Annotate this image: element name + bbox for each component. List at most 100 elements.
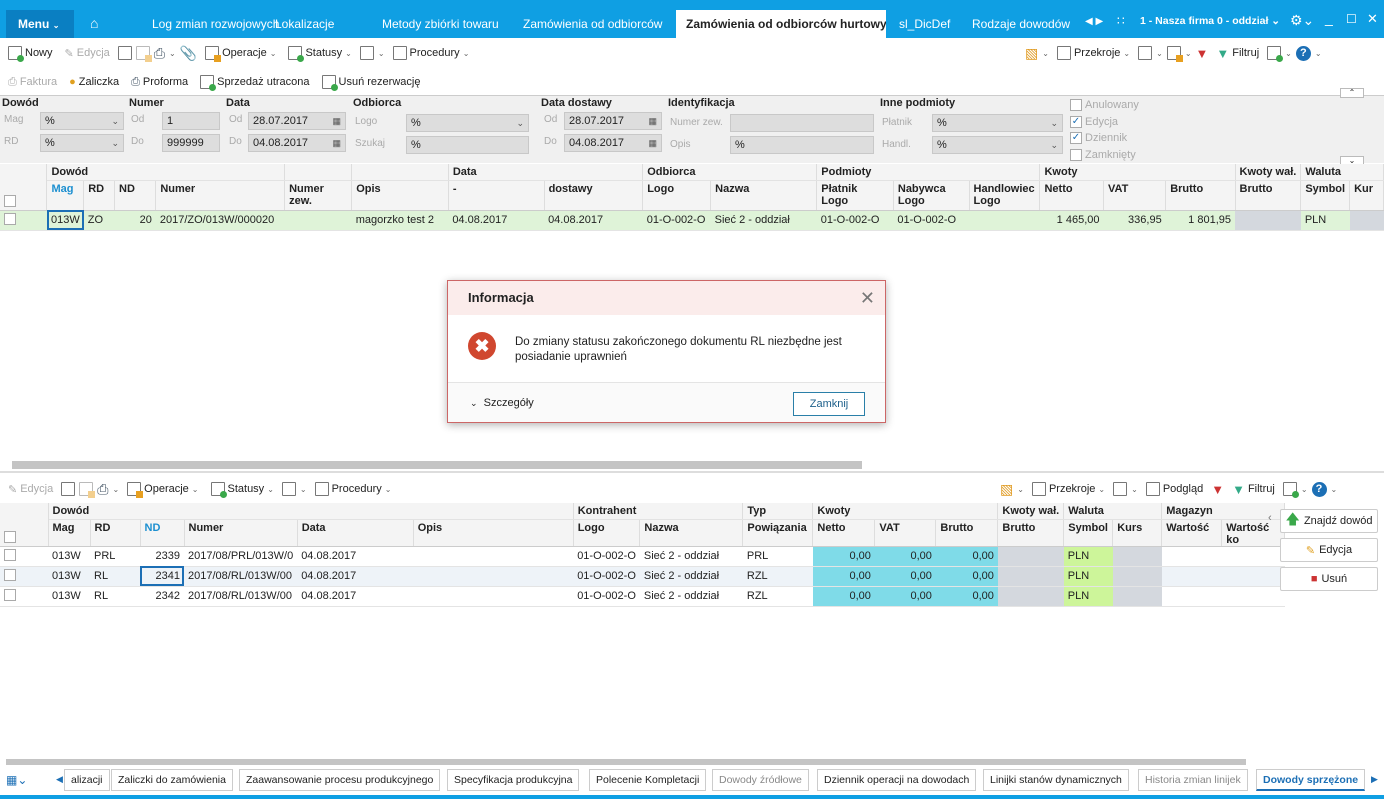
table-cell[interactable]: 04.08.2017 (297, 586, 414, 607)
table-cell[interactable]: 01-O-002-O (573, 566, 640, 587)
tabs-left-arrow[interactable]: ◀ (56, 774, 63, 785)
column-header[interactable]: Logo (573, 519, 641, 547)
szukaj-input[interactable]: % (406, 136, 529, 154)
table-cell[interactable]: 0,00 (874, 586, 936, 607)
calendar-icon[interactable]: ▦ (648, 135, 657, 151)
delete-doc-icon[interactable] (135, 46, 152, 62)
opis-input[interactable]: % (730, 136, 874, 154)
table-cell[interactable]: PRL (90, 546, 140, 567)
table-cell[interactable]: 013W (48, 586, 90, 607)
column-header[interactable]: VAT (874, 519, 937, 547)
table-row[interactable]: 013W RL 2341 2017/08/RL/013W/00 04.08.2017 01… (0, 566, 1285, 587)
column-header[interactable]: Opis (351, 180, 449, 211)
bottom-tab-9[interactable]: Dowody sprzężone (1256, 769, 1366, 791)
platnik-select[interactable]: % ⌄ (932, 114, 1063, 132)
table-cell[interactable]: 0,00 (935, 546, 998, 567)
table-row[interactable]: 013W ZO 20 2017/ZO/013W/000020 magorzko test… (0, 210, 1384, 231)
column-header[interactable]: Mag (48, 519, 91, 547)
side-edit-button[interactable]: ✎ Edycja (1280, 538, 1378, 562)
mag-select[interactable]: % ⌄ (40, 112, 124, 130)
edit-button[interactable]: ✎ Edycja (61, 42, 114, 64)
calendar-icon[interactable]: ▦ (332, 113, 341, 129)
print-icon[interactable]: ⎙ (97, 481, 108, 498)
table-cell[interactable]: PLN (1063, 566, 1113, 587)
table-cell[interactable] (413, 566, 574, 587)
bottom-tab-3[interactable]: Specyfikacja produkcyjna (447, 769, 580, 791)
select-all-checkbox[interactable] (0, 519, 49, 547)
preview-button[interactable]: Podgląd (1142, 478, 1207, 500)
column-header[interactable]: Symbol (1300, 180, 1351, 211)
table-cell[interactable]: RZL (742, 566, 813, 587)
column-header[interactable]: Data (297, 519, 414, 547)
delete-button[interactable]: ■ Usuń (1280, 567, 1378, 591)
settings-icon[interactable] (1267, 46, 1284, 62)
bottom-tab-6[interactable]: Dziennik operacji na dowodach (817, 769, 977, 791)
tabs-right-arrow[interactable]: ▶ (1371, 774, 1378, 785)
filter-button[interactable]: ▼ Filtruj (1212, 42, 1263, 64)
calendar-icon[interactable]: ▦ (648, 113, 657, 129)
table-cell[interactable]: 01-O-002-O (573, 546, 640, 567)
column-header[interactable]: Brutto (1235, 180, 1302, 211)
table-cell[interactable]: 0,00 (935, 566, 998, 587)
column-header[interactable]: Mag (46, 180, 85, 211)
column-header[interactable]: Brutto (1165, 180, 1236, 211)
table-cell[interactable]: PLN (1063, 586, 1113, 607)
table-cell[interactable]: 013W (48, 546, 90, 567)
bottom-tab-5[interactable]: Dowody źródłowe (712, 769, 809, 791)
column-header[interactable]: Numer (184, 519, 298, 547)
company-selector[interactable]: 1 - Nasza firma 0 - oddział ⌄ (1140, 15, 1280, 27)
dostawa-do-input[interactable]: 04.08.2017 ▦ (564, 134, 662, 152)
minimize-icon[interactable]: _ (1325, 10, 1333, 26)
bottom-horizontal-scrollbar[interactable] (6, 759, 1246, 765)
proforma-button[interactable]: ⎙ Proforma (127, 71, 192, 93)
table-cell[interactable]: 20 (114, 210, 156, 231)
data-od-input[interactable]: 28.07.2017 ▦ (248, 112, 346, 130)
table-cell[interactable]: PRL (742, 546, 813, 567)
close-dialog-button[interactable]: Zamknij (793, 392, 865, 416)
column-header[interactable]: Powiązania (742, 519, 814, 547)
table-cell[interactable]: 0,00 (812, 586, 875, 607)
column-header[interactable]: Opis (413, 519, 574, 547)
clear-filter-icon[interactable]: ▼ (1196, 46, 1209, 61)
delete-doc-icon[interactable] (79, 482, 96, 498)
table-cell[interactable]: Sieć 2 - oddział (710, 210, 817, 231)
table-cell[interactable]: 2017/08/PRL/013W/0 (184, 546, 298, 567)
new-button[interactable]: Nowy (4, 42, 57, 64)
column-header[interactable]: Wartość ko (1221, 519, 1286, 547)
row-checkbox[interactable] (0, 546, 48, 567)
table-cell[interactable]: 0,00 (812, 546, 875, 567)
column-header[interactable]: Kur (1349, 180, 1384, 211)
table-cell[interactable] (1161, 586, 1222, 607)
attachment-icon[interactable]: 📎 (180, 45, 197, 62)
apps-grid-icon[interactable]: ∷ (1117, 14, 1125, 28)
table-cell[interactable] (997, 586, 1064, 607)
table-cell[interactable]: 2339 (140, 546, 184, 567)
select-all-checkbox[interactable] (0, 180, 48, 211)
column-header[interactable]: Numer (155, 180, 286, 211)
numer-do-input[interactable]: 999999 (162, 134, 220, 152)
column-header[interactable]: Nabywca Logo (893, 180, 970, 211)
table-cell[interactable]: 01-O-002-O (816, 210, 894, 231)
chart-icon[interactable]: ▧ (1000, 481, 1013, 498)
table-cell[interactable]: 1 801,95 (1165, 210, 1235, 231)
checkbox-dziennik[interactable]: ✓ Dziennik (1070, 132, 1127, 144)
row-checkbox[interactable] (0, 586, 48, 607)
checkbox-zamknięty[interactable]: Zamknięty (1070, 148, 1136, 161)
table-cell[interactable]: 01-O-002-O (893, 210, 970, 231)
table-cell[interactable]: 336,95 (1103, 210, 1166, 231)
table-cell[interactable] (1349, 210, 1384, 231)
column-header[interactable]: Logo (642, 180, 712, 211)
checkbox-edycja[interactable]: ✓ Edycja (1070, 115, 1118, 128)
table-cell[interactable] (413, 546, 574, 567)
find-document-button[interactable]: 🡅 Znajdź dowód (1280, 509, 1378, 533)
remove-reservation-button[interactable]: Usuń rezerwację (318, 71, 425, 93)
help-icon[interactable]: ? (1311, 481, 1327, 497)
preview-icon[interactable] (61, 482, 76, 496)
table-cell[interactable]: 013W (48, 566, 90, 587)
users-icon[interactable] (359, 46, 374, 60)
tab-4[interactable]: Zamówienia od odbiorców hurtowy (676, 10, 886, 38)
table-cell[interactable] (284, 210, 352, 231)
table-cell[interactable] (1221, 546, 1285, 567)
table-cell[interactable]: RL (90, 566, 140, 587)
table-cell[interactable]: 2017/08/RL/013W/00 (184, 586, 298, 607)
